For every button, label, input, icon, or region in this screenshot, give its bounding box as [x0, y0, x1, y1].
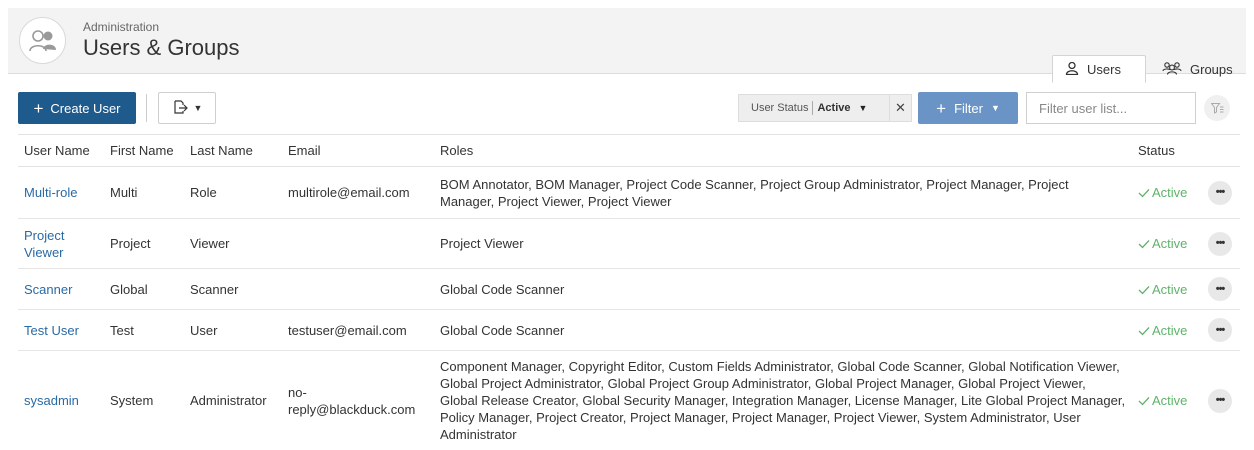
roles-cell: BOM Annotator, BOM Manager, Project Code…: [434, 166, 1132, 219]
check-icon: [1138, 397, 1150, 406]
tab-groups-label: Groups: [1190, 61, 1233, 77]
table-header-row: User Name First Name Last Name Email Rol…: [18, 134, 1240, 167]
export-icon: [172, 99, 188, 118]
filter-funnel-icon[interactable]: [1204, 95, 1230, 121]
more-actions-icon[interactable]: •••: [1208, 318, 1232, 342]
status-badge: Active: [1138, 392, 1196, 409]
check-icon: [1138, 326, 1150, 335]
tab-users-label: Users: [1087, 61, 1121, 77]
status-text: Active: [1152, 185, 1188, 200]
email-cell: no-reply@blackduck.com: [282, 350, 434, 450]
status-text: Active: [1152, 393, 1188, 408]
email-cell: testuser@email.com: [282, 309, 434, 351]
column-header-last-name[interactable]: Last Name: [184, 134, 282, 167]
column-header-status[interactable]: Status: [1132, 134, 1202, 167]
filter-chip-value: Active: [817, 102, 851, 114]
filter-button[interactable]: + Filter ▼: [918, 92, 1018, 124]
more-actions-icon[interactable]: •••: [1208, 388, 1232, 413]
user-icon: [1065, 61, 1079, 78]
username-link[interactable]: sysadmin: [24, 393, 79, 408]
status-text: Active: [1152, 322, 1188, 338]
chevron-down-icon: ▼: [990, 103, 1000, 113]
status-badge: Active: [1138, 184, 1196, 201]
first-name-cell: Test: [104, 309, 184, 351]
username-link[interactable]: Project Viewer: [24, 228, 64, 260]
page-title: Users & Groups: [83, 35, 240, 60]
column-header-actions: [1202, 134, 1240, 167]
check-icon: [1138, 240, 1150, 249]
email-cell: [282, 268, 434, 310]
status-text: Active: [1152, 281, 1188, 297]
email-cell: multirole@email.com: [282, 166, 434, 219]
more-actions-icon[interactable]: •••: [1208, 231, 1232, 256]
chevron-down-icon[interactable]: ▼: [859, 103, 868, 113]
more-actions-icon[interactable]: •••: [1208, 180, 1232, 205]
table-row: sysadmin System Administrator no-reply@b…: [18, 350, 1240, 450]
last-name-cell: Administrator: [184, 350, 282, 450]
last-name-cell: Viewer: [184, 218, 282, 269]
toolbar-divider: [146, 94, 147, 122]
roles-cell: Global Code Scanner: [434, 309, 1132, 351]
last-name-cell: Role: [184, 166, 282, 219]
last-name-cell: User: [184, 309, 282, 351]
username-link[interactable]: Scanner: [24, 282, 72, 297]
toolbar: + Create User ▼ User Status Active ▼ ✕ +…: [18, 92, 1238, 124]
table-row: Test User Test User testuser@email.com G…: [18, 309, 1240, 351]
users-avatar-icon: [19, 17, 66, 64]
chevron-down-icon: ▼: [193, 103, 203, 113]
plus-icon: +: [33, 98, 44, 118]
status-badge: Active: [1138, 281, 1196, 298]
tab-users[interactable]: Users: [1052, 55, 1146, 83]
check-icon: [1138, 189, 1150, 198]
tab-groups[interactable]: Groups: [1150, 55, 1250, 83]
users-table: User Name First Name Last Name Email Rol…: [18, 134, 1240, 450]
table-row: Project Viewer Project Viewer Project Vi…: [18, 218, 1240, 269]
plus-icon: +: [936, 98, 947, 118]
filter-button-label: Filter: [954, 100, 983, 116]
more-actions-icon[interactable]: •••: [1208, 277, 1232, 301]
table-row: Multi-role Multi Role multirole@email.co…: [18, 166, 1240, 219]
username-link[interactable]: Test User: [24, 323, 79, 338]
column-header-email[interactable]: Email: [282, 134, 434, 167]
column-header-username[interactable]: User Name: [18, 134, 104, 167]
table-row: Scanner Global Scanner Global Code Scann…: [18, 268, 1240, 310]
export-button[interactable]: ▼: [158, 92, 216, 124]
roles-cell: Global Code Scanner: [434, 268, 1132, 310]
roles-cell: Component Manager, Copyright Editor, Cus…: [434, 350, 1132, 450]
create-user-label: Create User: [50, 100, 121, 116]
close-icon[interactable]: ✕: [889, 95, 911, 121]
check-icon: [1138, 285, 1150, 294]
last-name-cell: Scanner: [184, 268, 282, 310]
user-status-filter-chip[interactable]: User Status Active ▼ ✕: [738, 94, 912, 122]
column-header-first-name[interactable]: First Name: [104, 134, 184, 167]
column-header-roles[interactable]: Roles: [434, 134, 1132, 167]
page-header: Administration Users & Groups Users Grou…: [8, 8, 1246, 83]
filter-chip-separator: [812, 101, 814, 115]
status-text: Active: [1152, 236, 1188, 251]
first-name-cell: System: [104, 350, 184, 450]
roles-cell: Project Viewer: [434, 218, 1132, 269]
status-badge: Active: [1138, 322, 1196, 339]
first-name-cell: Multi: [104, 166, 184, 219]
first-name-cell: Project: [104, 218, 184, 269]
breadcrumb[interactable]: Administration: [83, 20, 159, 34]
status-badge: Active: [1138, 235, 1196, 252]
first-name-cell: Global: [104, 268, 184, 310]
search-input[interactable]: [1026, 92, 1196, 124]
email-cell: [282, 218, 434, 269]
filter-chip-label: User Status: [751, 102, 809, 114]
username-link[interactable]: Multi-role: [24, 185, 77, 200]
groups-icon: [1162, 61, 1182, 78]
create-user-button[interactable]: + Create User: [18, 92, 136, 124]
